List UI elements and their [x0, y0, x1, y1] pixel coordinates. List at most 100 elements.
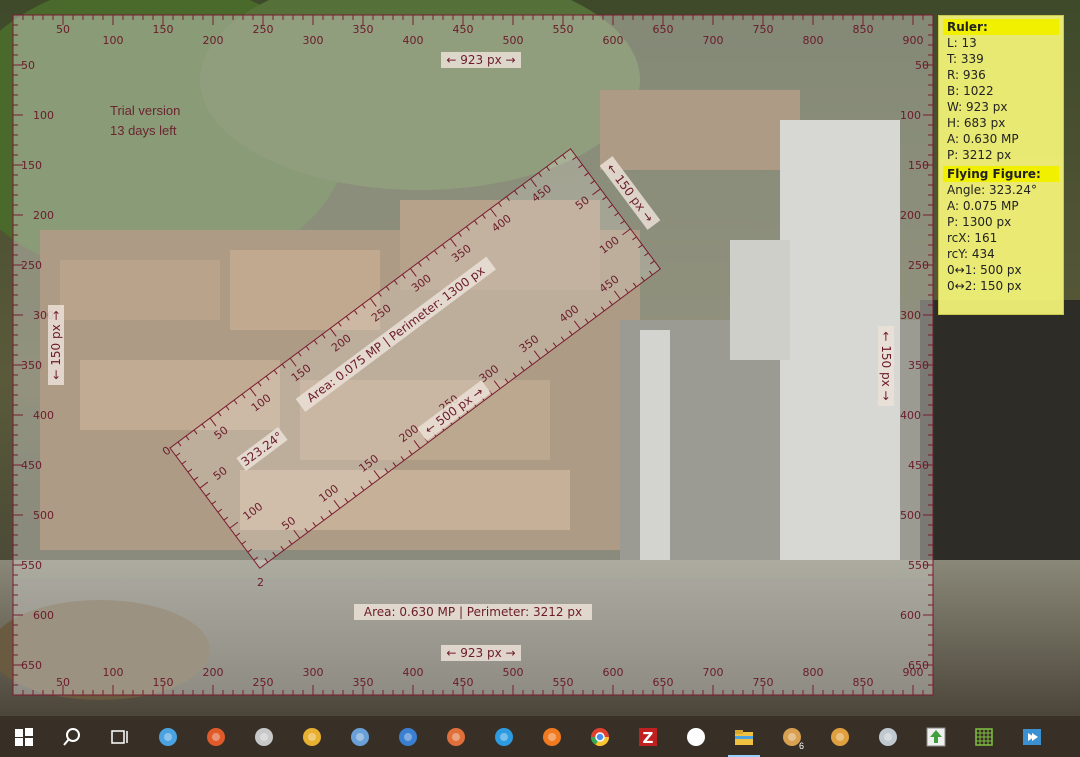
ruler-info-header: Ruler: — [943, 19, 1059, 35]
bottom-tick-label: 100 — [103, 666, 124, 679]
edge-taskbar-button[interactable] — [480, 716, 528, 757]
right-tick-label: 600 — [900, 609, 921, 622]
left-tick-label: 450 — [21, 459, 42, 472]
windows-taskbar: Z6 — [0, 716, 1080, 757]
flying-info-row: Angle: 323.24° — [947, 183, 1037, 197]
right-tick-marks: 50 100 150 200 250 300 350 400 450 500 550 600 650 — [900, 24, 933, 696]
left-tick-label: 100 — [33, 109, 54, 122]
top-tick-label: 800 — [803, 34, 824, 47]
right-tick-label: 500 — [900, 509, 921, 522]
top-tick-label: 550 — [553, 23, 574, 36]
bottom-tick-label: 300 — [303, 666, 324, 679]
right-side-dimension-label: ← 150 px → — [878, 326, 894, 406]
flying-info-row: rcX: 161 — [947, 231, 998, 245]
media-player-taskbar-button[interactable] — [816, 716, 864, 757]
control-panel-icon — [159, 727, 177, 746]
top-tick-label: 450 — [453, 23, 474, 36]
bottom-tick-label: 500 — [503, 666, 524, 679]
bottom-tick-label: 350 — [353, 676, 374, 689]
ruler-info-row: L: 13 — [947, 36, 977, 50]
right-tick-label: 50 — [915, 59, 929, 72]
top-tick-label: 100 — [103, 34, 124, 47]
ccleaner-taskbar-button[interactable] — [192, 716, 240, 757]
left-tick-label: 200 — [33, 209, 54, 222]
bottom-tick-label: 750 — [753, 676, 774, 689]
right-tick-label: 650 — [908, 659, 929, 672]
broom-taskbar-button[interactable] — [288, 716, 336, 757]
bottom-tick-label: 200 — [203, 666, 224, 679]
top-tick-label: 750 — [753, 23, 774, 36]
broom-icon — [303, 727, 321, 746]
filezilla-icon: Z — [639, 727, 657, 747]
ccleaner-icon — [207, 727, 225, 746]
left-tick-label: 650 — [21, 659, 42, 672]
ruler-info-row: P: 3212 px — [947, 148, 1012, 162]
file-explorer-taskbar-button[interactable] — [720, 716, 768, 757]
palette-taskbar-button[interactable]: 6 — [768, 716, 816, 757]
start-taskbar-button[interactable] — [0, 716, 48, 757]
notepad-taskbar-button[interactable] — [864, 716, 912, 757]
svg-text:← 150 px →: ← 150 px → — [879, 331, 893, 400]
upload-icon — [926, 727, 946, 746]
left-tick-label: 500 — [33, 509, 54, 522]
area-perimeter-label: Area: 0.630 MP | Perimeter: 3212 px — [354, 604, 592, 620]
inkscape-taskbar-button[interactable] — [672, 716, 720, 757]
bottom-tick-label: 450 — [453, 676, 474, 689]
control-panel-taskbar-button[interactable] — [144, 716, 192, 757]
grid-app-taskbar-button[interactable] — [960, 716, 1008, 757]
bottom-tick-label: 150 — [153, 676, 174, 689]
notepad-icon — [879, 727, 897, 746]
flying-info-row: P: 1300 px — [947, 215, 1012, 229]
bottom-tick-label: 250 — [253, 676, 274, 689]
right-tick-label: 300 — [900, 309, 921, 322]
file-explorer-icon — [735, 729, 753, 745]
flying-figure-info-header: Flying Figure: — [943, 166, 1059, 182]
app-blue-taskbar-button[interactable] — [336, 716, 384, 757]
left-tick-label: 50 — [21, 59, 35, 72]
ruler-info-row: T: 339 — [947, 52, 984, 66]
top-tick-label: 200 — [203, 34, 224, 47]
palette-badge: 6 — [798, 741, 804, 751]
flying-figure[interactable]: 50100150200250300350400450 5010015020025… — [160, 144, 662, 573]
chrome-taskbar-button[interactable] — [576, 716, 624, 757]
top-tick-label: 300 — [303, 34, 324, 47]
trial-days-left-text: 13 days left — [110, 123, 177, 138]
bottom-tick-marks: 50 100 150 200 250 300 350 400 450 500 550 600 650 70… — [22, 666, 934, 695]
bottom-tick-label: 800 — [803, 666, 824, 679]
search-taskbar-button[interactable] — [48, 716, 96, 757]
left-tick-label: 350 — [21, 359, 42, 372]
top-tick-label: 900 — [903, 34, 924, 47]
upload-taskbar-button[interactable] — [912, 716, 960, 757]
top-tick-label: 350 — [353, 23, 374, 36]
top-tick-label: 600 — [603, 34, 624, 47]
malwarebytes-taskbar-button[interactable] — [384, 716, 432, 757]
corner-2-label: 2 — [257, 576, 264, 589]
task-view-icon — [111, 729, 128, 744]
grid-app-icon — [975, 727, 993, 746]
firefox-taskbar-button[interactable] — [528, 716, 576, 757]
remote-taskbar-button[interactable] — [1008, 716, 1056, 757]
scanner-taskbar-button[interactable] — [240, 716, 288, 757]
corner-0-label: 0 — [160, 444, 173, 459]
ruler-info-row: R: 936 — [947, 68, 986, 82]
top-tick-label: 650 — [653, 23, 674, 36]
left-tick-label: 600 — [33, 609, 54, 622]
right-tick-label: 250 — [908, 259, 929, 272]
svg-text:Z: Z — [643, 729, 654, 747]
flying-info-row: rcY: 434 — [947, 247, 995, 261]
app-orange-taskbar-button[interactable] — [432, 716, 480, 757]
left-tick-marks: 50100150200250300350400450500550600650 — [13, 24, 54, 696]
flying-info-row: 0↔1: 500 px — [947, 263, 1022, 277]
left-tick-label: 250 — [21, 259, 42, 272]
bottom-tick-label: 550 — [553, 676, 574, 689]
top-tick-marks: 50 100 150 200 250 300 350 400 450 500 550 600 650 70… — [22, 15, 934, 47]
right-tick-label: 150 — [908, 159, 929, 172]
start-icon — [15, 727, 33, 746]
svg-text:← 923 px →: ← 923 px → — [446, 646, 515, 660]
filezilla-taskbar-button[interactable]: Z — [624, 716, 672, 757]
right-tick-label: 200 — [900, 209, 921, 222]
svg-text:← 923 px →: ← 923 px → — [446, 53, 515, 67]
task-view-taskbar-button[interactable] — [96, 716, 144, 757]
top-tick-label: 250 — [253, 23, 274, 36]
right-tick-label: 100 — [900, 109, 921, 122]
